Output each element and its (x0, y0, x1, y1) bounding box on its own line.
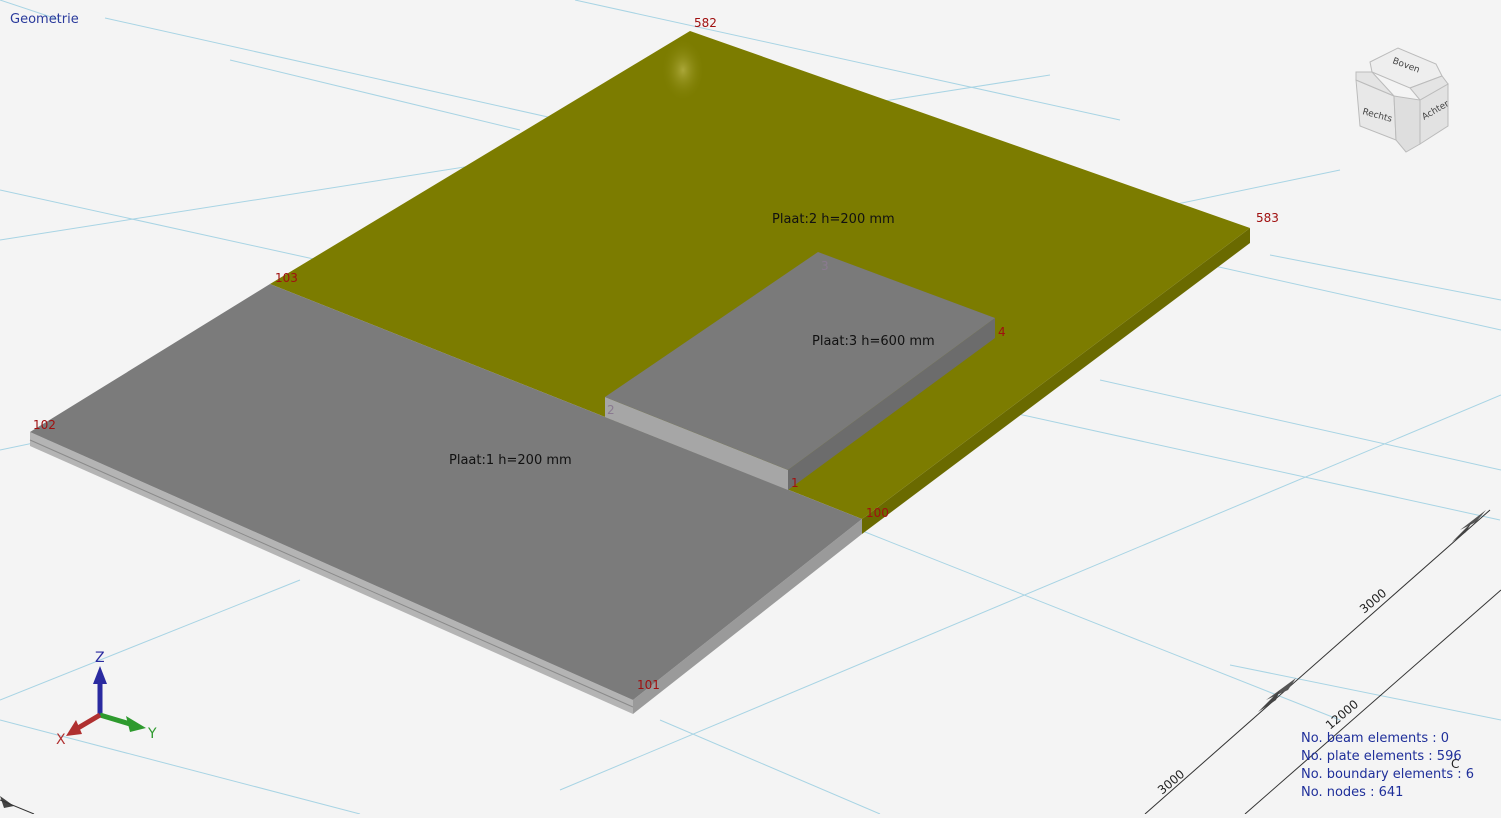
stat-nodes: No. nodes : 641 (1301, 785, 1404, 800)
node-100-label: 100 (866, 506, 889, 520)
plate-2-label: Plaat:2 h=200 mm (772, 212, 895, 227)
light-highlight (661, 38, 705, 102)
view-cube-edge-front[interactable] (1393, 95, 1421, 153)
node-2-label: 2 (607, 403, 615, 417)
z-axis-label: Z (95, 650, 105, 666)
node-1-label: 1 (791, 476, 799, 490)
dim-arrow-4 (1452, 522, 1472, 542)
dimension-label-3000-upper: 3000 (1357, 586, 1389, 616)
plate-1-label: Plaat:1 h=200 mm (449, 453, 572, 468)
dim-arrow-3 (1460, 510, 1486, 530)
plate-3-label: Plaat:3 h=600 mm (812, 334, 935, 349)
view-title: Geometrie (10, 12, 79, 27)
node-102-label: 102 (33, 418, 56, 432)
dimension-label-3000-lower: 3000 (1155, 767, 1187, 797)
dim-arrow-5 (0, 796, 14, 808)
y-axis-label: Y (147, 726, 157, 742)
y-axis-arrow (126, 716, 146, 732)
model-canvas[interactable]: Plaat:2 h=200 mm Plaat:3 h=600 mm Plaat:… (0, 0, 1501, 815)
node-4-label: 4 (998, 325, 1006, 339)
axis-triad (66, 666, 146, 736)
stat-plate-elements: No. plate elements : 596 (1301, 749, 1462, 764)
node-103-label: 103 (275, 271, 298, 285)
x-axis-label: X (56, 732, 66, 748)
stat-beam-elements: No. beam elements : 0 (1301, 731, 1450, 746)
view-cube[interactable]: Boven Rechts Achter (1355, 47, 1451, 153)
node-582-label: 582 (694, 16, 717, 30)
dimension-label-12000: 12000 (1323, 697, 1361, 732)
z-axis-arrow (93, 666, 107, 684)
stat-boundary-elements: No. boundary elements : 6 (1301, 767, 1475, 782)
model-viewport[interactable]: Plaat:2 h=200 mm Plaat:3 h=600 mm Plaat:… (0, 0, 1501, 815)
model-statistics: No. beam elements : 0 No. plate elements… (1301, 730, 1474, 802)
node-101-label: 101 (637, 678, 660, 692)
node-583-label: 583 (1256, 211, 1279, 225)
node-3-label: 3 (821, 259, 829, 273)
